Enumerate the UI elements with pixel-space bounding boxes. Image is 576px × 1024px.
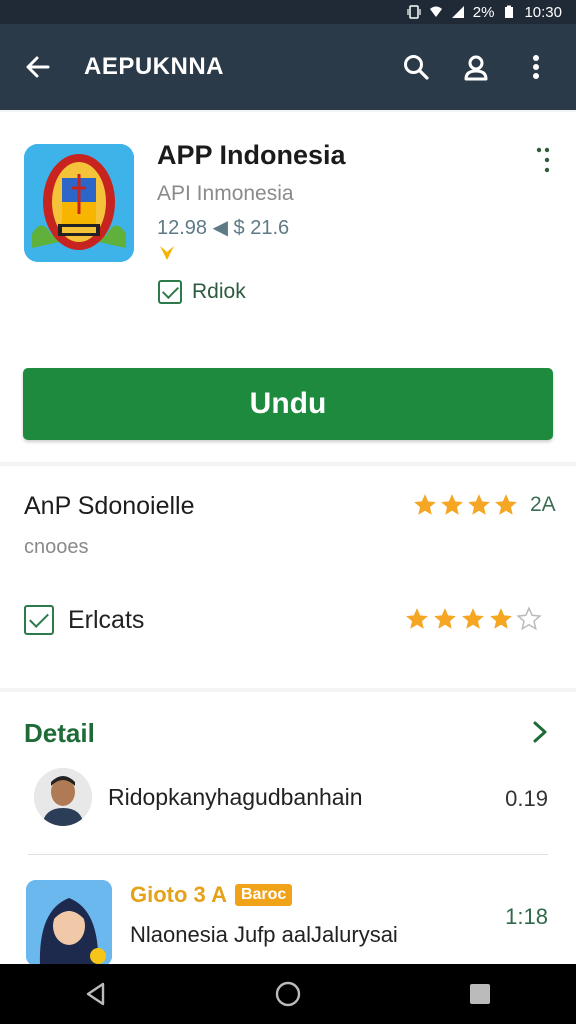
star-icon [468,494,490,515]
star-icon [406,608,428,629]
app-header-card: APP Indonesia API Inmonesia 12.98 ◀ $ 21… [0,112,576,462]
overflow-menu-button[interactable] [514,45,558,89]
system-nav-bar [0,964,576,1024]
more-vert-icon [533,55,539,79]
badge-icon [160,246,174,260]
list-item-value: 0.19 [505,786,548,811]
app-developer[interactable]: API Inmonesia [157,182,294,206]
app-check-label: Rdiok [192,280,246,303]
battery-icon [505,5,514,18]
check-icon [24,605,54,635]
check-icon [158,280,182,304]
app-logo [24,144,134,262]
star-icon [441,494,463,515]
list-item-heading: Gioto 3 A Baroc [130,882,293,908]
list-item-heading-text: Gioto 3 A [130,882,227,907]
list-item-value: 1:18 [505,904,548,929]
vibrate-icon [407,5,421,19]
battery-percent: 2% [472,3,495,21]
rating-count: 2A [530,493,556,516]
search-icon [404,55,429,80]
app-check-row[interactable]: Rdiok [158,280,246,304]
star-icon [414,494,436,515]
nav-back-button[interactable] [76,974,116,1014]
person-avatar-icon [26,880,112,966]
nav-home-button[interactable] [268,974,308,1014]
triangle-back-icon [86,982,105,1006]
chevron-right-icon[interactable] [530,720,550,744]
signal-icon [451,6,464,18]
list-item-name: Ridopkanyhagudbanhain [108,784,363,810]
rating-check-row[interactable]: Erlcats [24,605,144,635]
rating-check-label: Erlcats [68,605,145,634]
rating-title: AnP Sdonoielle [24,492,195,520]
back-button[interactable] [18,47,58,87]
star-icon [490,608,512,629]
rating-subtitle: cnooes [24,536,89,558]
detail-title[interactable]: Detail [24,718,95,749]
circle-home-icon [275,981,301,1007]
app-title: APP Indonesia [157,140,346,170]
install-button[interactable]: Undu [23,368,553,440]
search-button[interactable] [394,45,438,89]
arrow-back-icon [26,56,50,78]
star-icon [462,608,484,629]
star-icon [495,494,517,515]
list-item[interactable]: Ridopkanyhagudbanhain 0.19 [0,768,576,848]
more-options-icon[interactable] [536,146,550,176]
clock: 10:30 [524,3,562,21]
avatar [34,768,92,826]
list-item[interactable]: Gioto 3 A Baroc Nlaonesia Jufp aalJalury… [0,878,576,968]
divider [28,854,548,855]
app-meta-info: 12.98 ◀ $ 21.6 [157,217,290,239]
rating-card: AnP Sdonoielle 2A cnooes Erlcats [0,466,576,688]
rating-stars-bottom[interactable] [404,606,542,632]
list-item-description: Nlaonesia Jufp aalJalurysai [130,922,398,947]
account-button[interactable] [454,45,498,89]
wifi-icon [429,6,442,17]
rating-stars-top: 2A [412,492,556,518]
person-avatar-icon [34,768,92,826]
square-recents-icon [470,984,490,1004]
account-icon [464,55,488,81]
avatar [26,880,112,966]
status-bar: 2% 10:30 [0,0,576,24]
detail-card: Detail Ridopkanyhagudbanhain 0.19 Gioto … [0,692,576,966]
app-bar: AEPUKNNA [0,24,576,110]
star-icon [434,608,456,629]
nav-recents-button[interactable] [460,974,500,1014]
indonesia-emblem-icon [24,144,134,262]
app-bar-title: AEPUKNNA [84,53,225,80]
tag-badge: Baroc [234,884,293,906]
star-outline-icon [516,606,542,631]
